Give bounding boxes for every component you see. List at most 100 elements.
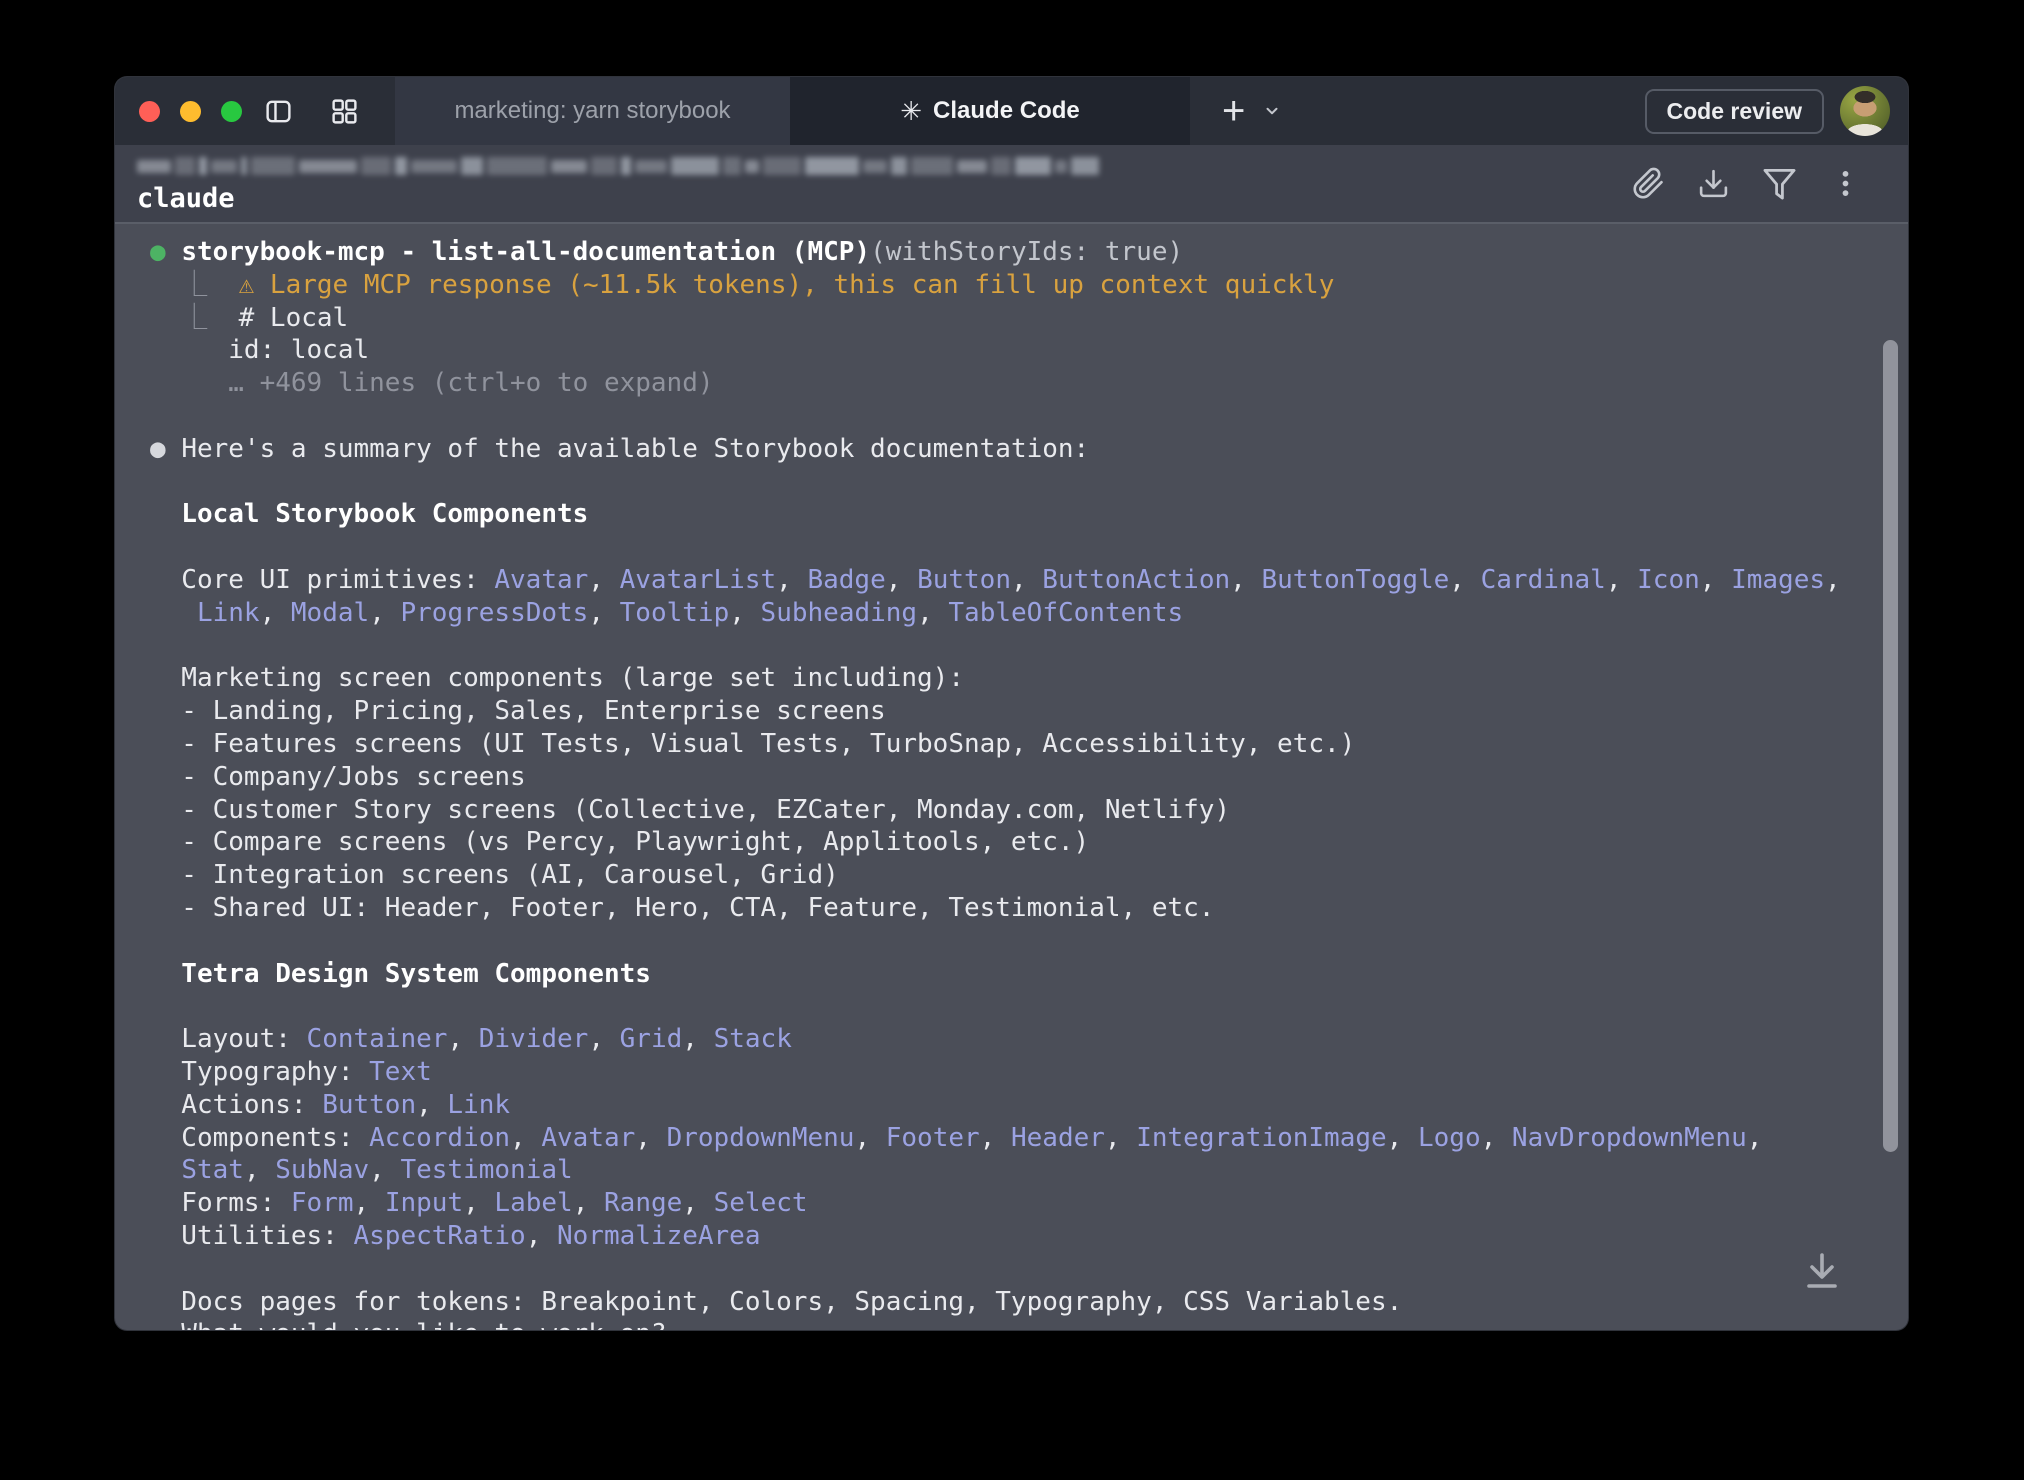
- terminal-text-segment: ,: [447, 1024, 478, 1054]
- terminal-line: Layout: Container, Divider, Grid, Stack: [150, 1023, 1888, 1056]
- terminal-text-segment: ,: [729, 598, 760, 628]
- terminal-text-segment: ,: [682, 1188, 713, 1218]
- terminal-line: Marketing screen components (large set i…: [150, 662, 1888, 695]
- tab-marketing-yarn-storybook[interactable]: marketing: yarn storybook: [395, 77, 790, 145]
- terminal-text-segment: ,: [682, 1024, 713, 1054]
- new-tab-button[interactable]: +: [1222, 91, 1245, 131]
- terminal-text-segment: - Integration screens (AI, Carousel, Gri…: [150, 860, 839, 890]
- terminal-line: [150, 1253, 1888, 1286]
- terminal-text-segment: Core UI primitives:: [150, 565, 494, 595]
- terminal-text-segment: ProgressDots: [401, 598, 589, 628]
- tab-label: Claude Code: [933, 97, 1080, 125]
- filter-icon[interactable]: [1762, 166, 1797, 201]
- terminal-line: - Company/Jobs screens: [150, 761, 1888, 794]
- terminal-text-segment: Stack: [714, 1024, 792, 1054]
- terminal-line: - Features screens (UI Tests, Visual Tes…: [150, 728, 1888, 761]
- terminal-text-segment: ,: [776, 565, 807, 595]
- terminal-text-segment: ,: [1449, 565, 1480, 595]
- terminal-text-segment: Logo: [1418, 1123, 1481, 1153]
- terminal-line: Local Storybook Components: [150, 498, 1888, 531]
- terminal-output: ● storybook-mcp - list-all-documentation…: [115, 224, 1908, 1330]
- terminal-line: Tetra Design System Components: [150, 958, 1888, 991]
- terminal-text-segment: Utilities:: [150, 1221, 354, 1251]
- terminal-text-segment: ,: [573, 1188, 604, 1218]
- terminal-text-segment: ●: [150, 434, 181, 464]
- terminal-text-segment: Footer: [886, 1123, 980, 1153]
- kebab-menu-icon[interactable]: [1829, 167, 1862, 200]
- tab-overview-icon[interactable]: [330, 97, 359, 126]
- tab-bar-spacer: [1281, 77, 1644, 145]
- terminal-text-segment: ,: [354, 1188, 385, 1218]
- code-review-button[interactable]: Code review: [1645, 89, 1825, 134]
- terminal-text-segment: Avatar: [494, 565, 588, 595]
- terminal-line: ● storybook-mcp - list-all-documentation…: [150, 236, 1888, 269]
- terminal-text-segment: ,: [1387, 1123, 1418, 1153]
- terminal-text-segment: Subheading: [761, 598, 918, 628]
- terminal-text-segment: … +469 lines (ctrl+o to expand): [150, 368, 714, 398]
- close-window-button[interactable]: [139, 101, 160, 122]
- terminal-text-segment: Components:: [150, 1123, 369, 1153]
- terminal-text-segment: ,: [886, 565, 917, 595]
- terminal-text-segment: Form: [291, 1188, 354, 1218]
- terminal-text-segment: ,: [1700, 565, 1731, 595]
- terminal-line: [150, 925, 1888, 958]
- terminal-text-segment: AspectRatio: [354, 1221, 526, 1251]
- terminal-text-segment: storybook-mcp - list-all-documentation (…: [181, 237, 870, 267]
- terminal-line: … +469 lines (ctrl+o to expand): [150, 367, 1888, 400]
- tab-bar: marketing: yarn storybook ✳ Claude Code …: [115, 77, 1908, 145]
- terminal-text-segment: - Shared UI: Header, Footer, Hero, CTA, …: [150, 893, 1214, 923]
- terminal-text-segment: ,: [1481, 1123, 1512, 1153]
- terminal-text-segment: ,: [635, 1123, 666, 1153]
- terminal-window: marketing: yarn storybook ✳ Claude Code …: [115, 77, 1908, 1330]
- paperclip-icon[interactable]: [1632, 167, 1665, 200]
- terminal-text-segment: Range: [604, 1188, 682, 1218]
- terminal-text-segment: Select: [714, 1188, 808, 1218]
- terminal-text-segment: ,: [369, 1155, 400, 1185]
- terminal-text-segment: ,: [1011, 565, 1042, 595]
- chevron-down-icon[interactable]: [1263, 102, 1281, 120]
- terminal-text-segment: Header: [1011, 1123, 1105, 1153]
- terminal-text-segment: Button: [917, 565, 1011, 595]
- terminal-text-segment: ,: [588, 565, 619, 595]
- terminal-line: [150, 400, 1888, 433]
- terminal-line: - Landing, Pricing, Sales, Enterprise sc…: [150, 695, 1888, 728]
- terminal-text-segment: Divider: [479, 1024, 589, 1054]
- session-label: claude: [137, 183, 235, 214]
- minimize-window-button[interactable]: [180, 101, 201, 122]
- terminal-text-segment: Grid: [620, 1024, 683, 1054]
- terminal-text-segment: IntegrationImage: [1136, 1123, 1386, 1153]
- terminal-text-segment: ⎿: [150, 303, 239, 333]
- scrollbar-thumb[interactable]: [1883, 340, 1898, 1152]
- download-icon[interactable]: [1697, 167, 1730, 200]
- tab-claude-code[interactable]: ✳ Claude Code: [790, 77, 1190, 145]
- terminal-text-segment: Avatar: [541, 1123, 635, 1153]
- terminal-text-segment: [150, 598, 197, 628]
- user-avatar[interactable]: [1840, 86, 1890, 136]
- terminal-text-segment: NavDropdownMenu: [1512, 1123, 1747, 1153]
- terminal-text-segment: Accordion: [369, 1123, 510, 1153]
- terminal-line: Forms: Form, Input, Label, Range, Select: [150, 1187, 1888, 1220]
- terminal-line: What would you like to work on?: [150, 1318, 1888, 1330]
- terminal-line: Docs pages for tokens: Breakpoint, Color…: [150, 1286, 1888, 1319]
- terminal-text-segment: - Landing, Pricing, Sales, Enterprise sc…: [150, 696, 886, 726]
- terminal-text-segment: Marketing screen components (large set i…: [150, 663, 964, 693]
- new-tab-controls: +: [1190, 77, 1281, 145]
- zoom-window-button[interactable]: [221, 101, 242, 122]
- redacted-command-text: [137, 155, 1099, 177]
- terminal-text-segment: Tooltip: [620, 598, 730, 628]
- terminal-text-segment: What would you like to work on?: [150, 1319, 667, 1330]
- sidebar-toggle-icon[interactable]: [264, 97, 293, 126]
- terminal-text-segment: ●: [150, 237, 181, 267]
- terminal-text-segment: Container: [307, 1024, 448, 1054]
- terminal-text-segment: ,: [1747, 1123, 1763, 1153]
- terminal-text-segment: ,: [980, 1123, 1011, 1153]
- terminal-text-segment: Images: [1731, 565, 1825, 595]
- scroll-to-bottom-button[interactable]: [1794, 1242, 1850, 1298]
- terminal-text-segment: # Local: [239, 303, 349, 333]
- terminal-text-segment: Stat: [181, 1155, 244, 1185]
- terminal-text-segment: (withStoryIds: true): [870, 237, 1183, 267]
- terminal-text-segment: Testimonial: [400, 1155, 572, 1185]
- terminal-text-segment: Docs pages for tokens: Breakpoint, Color…: [150, 1287, 1402, 1317]
- tab-label: marketing: yarn storybook: [454, 97, 730, 125]
- terminal-text-segment: TableOfContents: [948, 598, 1183, 628]
